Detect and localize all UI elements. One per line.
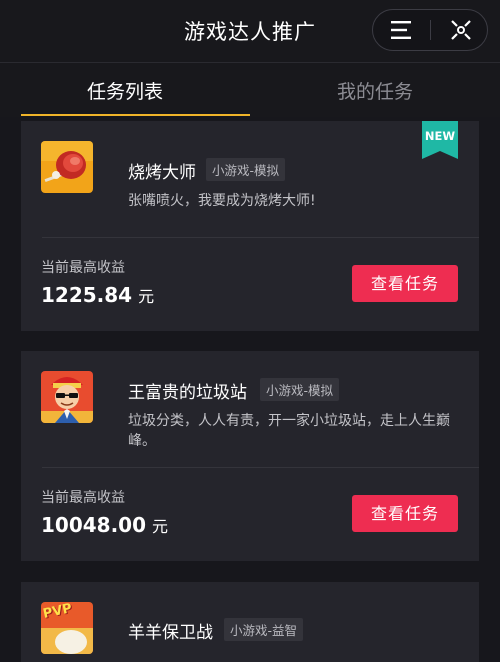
earnings-amount: 1225.84	[41, 283, 133, 307]
target-close-icon	[451, 20, 471, 40]
earnings-label: 当前最高收益	[41, 490, 125, 506]
view-task-button[interactable]: 查看任务	[352, 495, 458, 532]
game-category-tag: 小游戏-模拟	[260, 378, 340, 401]
task-card[interactable]: PVP 羊羊保卫战 小游戏-益智	[21, 582, 479, 662]
card-divider	[42, 237, 479, 238]
active-tab-indicator	[21, 114, 250, 116]
earnings-amount: 10048.00	[41, 513, 147, 537]
earnings-unit: 元	[138, 287, 155, 306]
new-badge: NEW	[422, 121, 458, 159]
game-category-tag: 小游戏-模拟	[206, 158, 286, 181]
mini-program-capsule	[372, 9, 488, 51]
new-badge-label: NEW	[424, 129, 456, 143]
earnings-unit: 元	[152, 517, 169, 536]
close-button[interactable]	[433, 10, 489, 50]
game-icon-barbecue	[41, 141, 93, 193]
top-nav-bar: 游戏达人推广	[0, 0, 500, 63]
hamburger-menu-icon	[391, 21, 411, 39]
earnings-value: 10048.00 元	[41, 513, 168, 537]
task-card[interactable]: 王富贵的垃圾站 小游戏-模拟 垃圾分类，人人有责，开一家小垃圾站，走上人生巅峰。…	[21, 351, 479, 561]
game-name: 烧烤大师	[128, 163, 196, 183]
task-card[interactable]: 烧烤大师 小游戏-模拟 张嘴喷火，我要成为烧烤大师! NEW 当前最高收益 12…	[21, 121, 479, 331]
card-divider	[42, 467, 479, 468]
earnings-value: 1225.84 元	[41, 283, 154, 307]
earnings-label: 当前最高收益	[41, 260, 125, 276]
menu-button[interactable]	[373, 10, 429, 50]
game-category-tag: 小游戏-益智	[224, 618, 304, 641]
view-task-button[interactable]: 查看任务	[352, 265, 458, 302]
game-icon-garbage-station	[41, 371, 93, 423]
game-description: 张嘴喷火，我要成为烧烤大师!	[128, 193, 316, 209]
game-description: 垃圾分类，人人有责，开一家小垃圾站，走上人生巅峰。	[128, 413, 450, 449]
tab-task-list[interactable]: 任务列表	[0, 77, 250, 104]
game-icon-sheep-defense: PVP	[41, 602, 93, 654]
game-name: 羊羊保卫战	[128, 623, 213, 643]
tab-my-tasks[interactable]: 我的任务	[250, 77, 500, 104]
game-name: 王富贵的垃圾站	[128, 383, 247, 403]
tab-bar: 任务列表 我的任务	[0, 63, 500, 117]
capsule-divider	[430, 20, 431, 40]
